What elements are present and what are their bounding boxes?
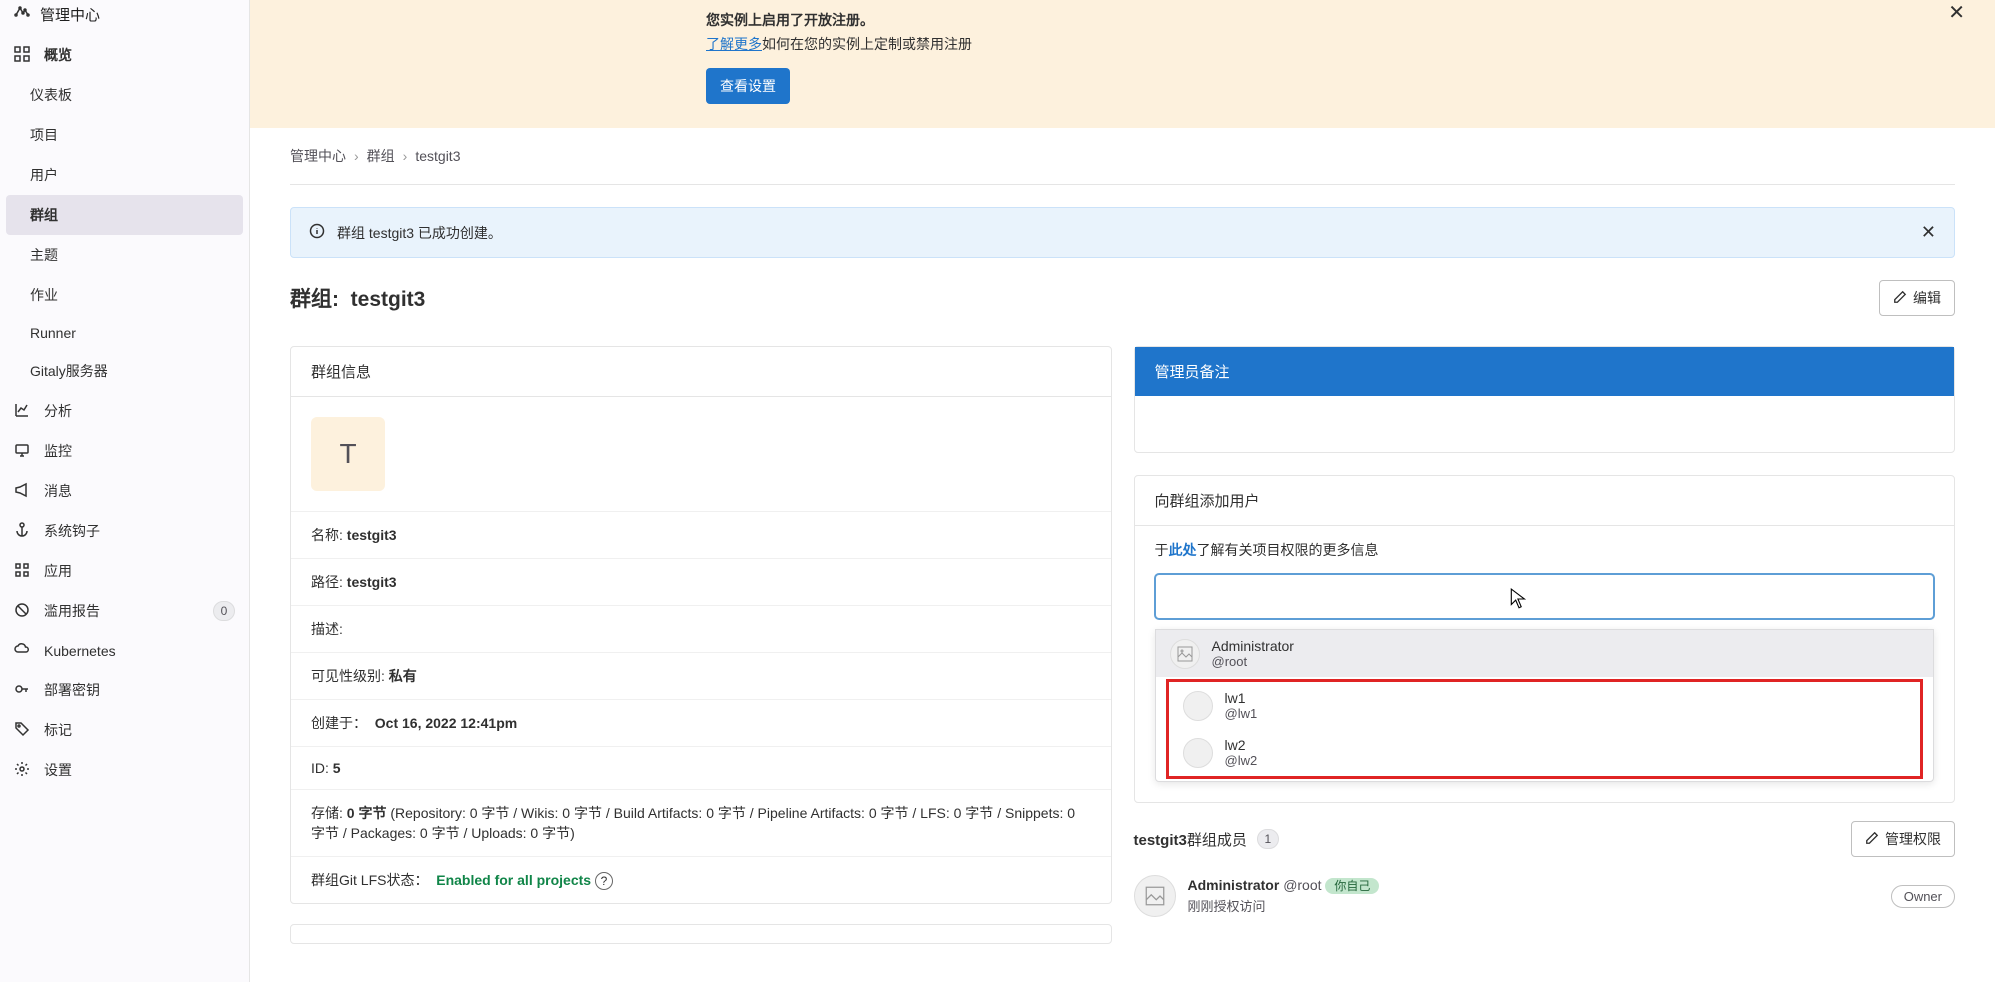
info-name: 名称: testgit3 <box>291 511 1111 558</box>
avatar <box>1183 738 1213 768</box>
self-chip: 你自己 <box>1325 878 1379 894</box>
admin-note-body <box>1135 396 1955 452</box>
user-option-lw1[interactable]: lw1@lw1 <box>1169 682 1921 729</box>
group-info-card: 群组信息 T 名称: testgit3 路径: testgit3 描述: 可见性… <box>290 346 1112 904</box>
extra-card <box>290 924 1112 944</box>
sidebar-settings[interactable]: 设置 <box>0 750 249 790</box>
info-visibility: 可见性级别: 私有 <box>291 652 1111 699</box>
close-banner-button[interactable]: ✕ <box>1948 0 1965 25</box>
chevron-right-icon: › <box>403 148 408 164</box>
member-subline: 刚刚授权访问 <box>1188 896 1380 915</box>
sidebar-overview[interactable]: 概览 <box>0 35 249 75</box>
alert-message: 群组 testgit3 已成功创建。 <box>337 223 502 243</box>
role-pill: Owner <box>1891 885 1955 908</box>
gear-icon <box>14 761 30 780</box>
sidebar-sub-projects[interactable]: 项目 <box>0 115 249 155</box>
info-lfs: 群组Git LFS状态： Enabled for all projects ? <box>291 856 1111 903</box>
admin-note-header: 管理员备注 <box>1135 347 1955 396</box>
sidebar-messages[interactable]: 消息 <box>0 471 249 511</box>
admin-icon <box>14 5 30 25</box>
key-icon <box>14 681 30 700</box>
user-search-input[interactable] <box>1155 574 1935 619</box>
add-user-header: 向群组添加用户 <box>1135 476 1955 526</box>
sidebar-header: 管理中心 <box>0 4 249 35</box>
pencil-icon <box>1865 831 1879 848</box>
sidebar-sub-dashboard[interactable]: 仪表板 <box>0 75 249 115</box>
grid-icon <box>14 562 30 581</box>
members-title: testgit3群组成员 1 <box>1134 829 1279 850</box>
sidebar-abuse[interactable]: 滥用报告0 <box>0 591 249 631</box>
view-settings-button[interactable]: 查看设置 <box>706 68 790 104</box>
block-icon <box>14 602 30 621</box>
sidebar-sub-groups[interactable]: 群组 <box>6 195 243 235</box>
close-icon: ✕ <box>1921 222 1936 242</box>
manage-permissions-button[interactable]: 管理权限 <box>1851 821 1955 857</box>
group-info-header: 群组信息 <box>291 347 1111 397</box>
info-desc: 描述: <box>291 605 1111 652</box>
chevron-right-icon: › <box>354 148 359 164</box>
info-storage: 存储: 0 字节 (Repository: 0 字节 / Wikis: 0 字节… <box>291 789 1111 856</box>
sidebar-monitoring[interactable]: 监控 <box>0 431 249 471</box>
main-content: 您实例上启用了开放注册。 了解更多如何在您的实例上定制或禁用注册 查看设置 ✕ … <box>250 0 1995 982</box>
chart-icon <box>14 402 30 421</box>
highlighted-annotation-box: lw1@lw1 lw2@lw2 <box>1166 679 1924 779</box>
crumb-current: testgit3 <box>415 148 460 164</box>
avatar <box>1134 875 1176 917</box>
breadcrumb: 管理中心 › 群组 › testgit3 <box>290 128 1955 184</box>
avatar <box>1183 691 1213 721</box>
info-id: ID: 5 <box>291 746 1111 789</box>
sidebar-deploy-keys[interactable]: 部署密钥 <box>0 670 249 710</box>
info-created: 创建于： Oct 16, 2022 12:41pm <box>291 699 1111 746</box>
learn-more-link[interactable]: 了解更多 <box>706 36 762 52</box>
crumb-admin[interactable]: 管理中心 <box>290 146 346 166</box>
add-user-card: 向群组添加用户 于此处了解有关项目权限的更多信息 Administrator@r… <box>1134 475 1956 803</box>
sidebar-analytics[interactable]: 分析 <box>0 391 249 431</box>
close-icon: ✕ <box>1948 2 1965 24</box>
anchor-icon <box>14 522 30 541</box>
sidebar-kubernetes[interactable]: Kubernetes <box>0 631 249 670</box>
page-title: 群组: testgit3 <box>290 283 425 313</box>
banner-text: 了解更多如何在您的实例上定制或禁用注册 <box>706 34 972 54</box>
permission-hint: 于此处了解有关项目权限的更多信息 <box>1135 526 1955 574</box>
sidebar-hooks[interactable]: 系统钩子 <box>0 511 249 551</box>
info-path: 路径: testgit3 <box>291 558 1111 605</box>
tag-icon <box>14 721 30 740</box>
registration-warning-banner: 您实例上启用了开放注册。 了解更多如何在您的实例上定制或禁用注册 查看设置 ✕ <box>250 0 1995 128</box>
sidebar-sub-gitaly[interactable]: Gitaly服务器 <box>0 351 249 391</box>
overview-icon <box>14 46 30 65</box>
monitor-icon <box>14 442 30 461</box>
banner-title: 您实例上启用了开放注册。 <box>706 10 972 30</box>
members-count-badge: 1 <box>1257 829 1279 849</box>
crumb-groups[interactable]: 群组 <box>367 146 395 166</box>
avatar <box>1170 639 1200 669</box>
member-name-line: Administrator @root 你自己 <box>1188 877 1380 894</box>
edit-button[interactable]: 编辑 <box>1879 280 1955 316</box>
group-avatar: T <box>311 417 385 491</box>
cloud-icon <box>14 641 30 660</box>
sidebar-labels[interactable]: 标记 <box>0 710 249 750</box>
abuse-count-badge: 0 <box>213 601 235 621</box>
info-icon <box>309 223 325 242</box>
admin-sidebar: 管理中心 概览 仪表板 项目 用户 群组 主题 作业 Runner Gitaly… <box>0 0 250 982</box>
pencil-icon <box>1893 290 1907 307</box>
megaphone-icon <box>14 482 30 501</box>
sidebar-apps[interactable]: 应用 <box>0 551 249 591</box>
help-icon[interactable]: ? <box>595 872 613 890</box>
success-alert: 群组 testgit3 已成功创建。 ✕ <box>290 207 1955 258</box>
permissions-link[interactable]: 此处 <box>1169 542 1197 558</box>
sidebar-sub-runner[interactable]: Runner <box>0 315 249 351</box>
sidebar-sub-users[interactable]: 用户 <box>0 155 249 195</box>
sidebar-sub-topics[interactable]: 主题 <box>0 235 249 275</box>
member-row: Administrator @root 你自己 刚刚授权访问 Owner <box>1134 865 1956 917</box>
members-section: testgit3群组成员 1 管理权限 <box>1134 821 1956 917</box>
user-option-administrator[interactable]: Administrator@root <box>1156 630 1934 677</box>
user-dropdown: Administrator@root lw1@lw1 lw2@lw2 <box>1155 629 1935 782</box>
user-option-lw2[interactable]: lw2@lw2 <box>1169 729 1921 776</box>
close-alert-button[interactable]: ✕ <box>1921 222 1936 243</box>
sidebar-sub-jobs[interactable]: 作业 <box>0 275 249 315</box>
admin-note-card: 管理员备注 <box>1134 346 1956 453</box>
